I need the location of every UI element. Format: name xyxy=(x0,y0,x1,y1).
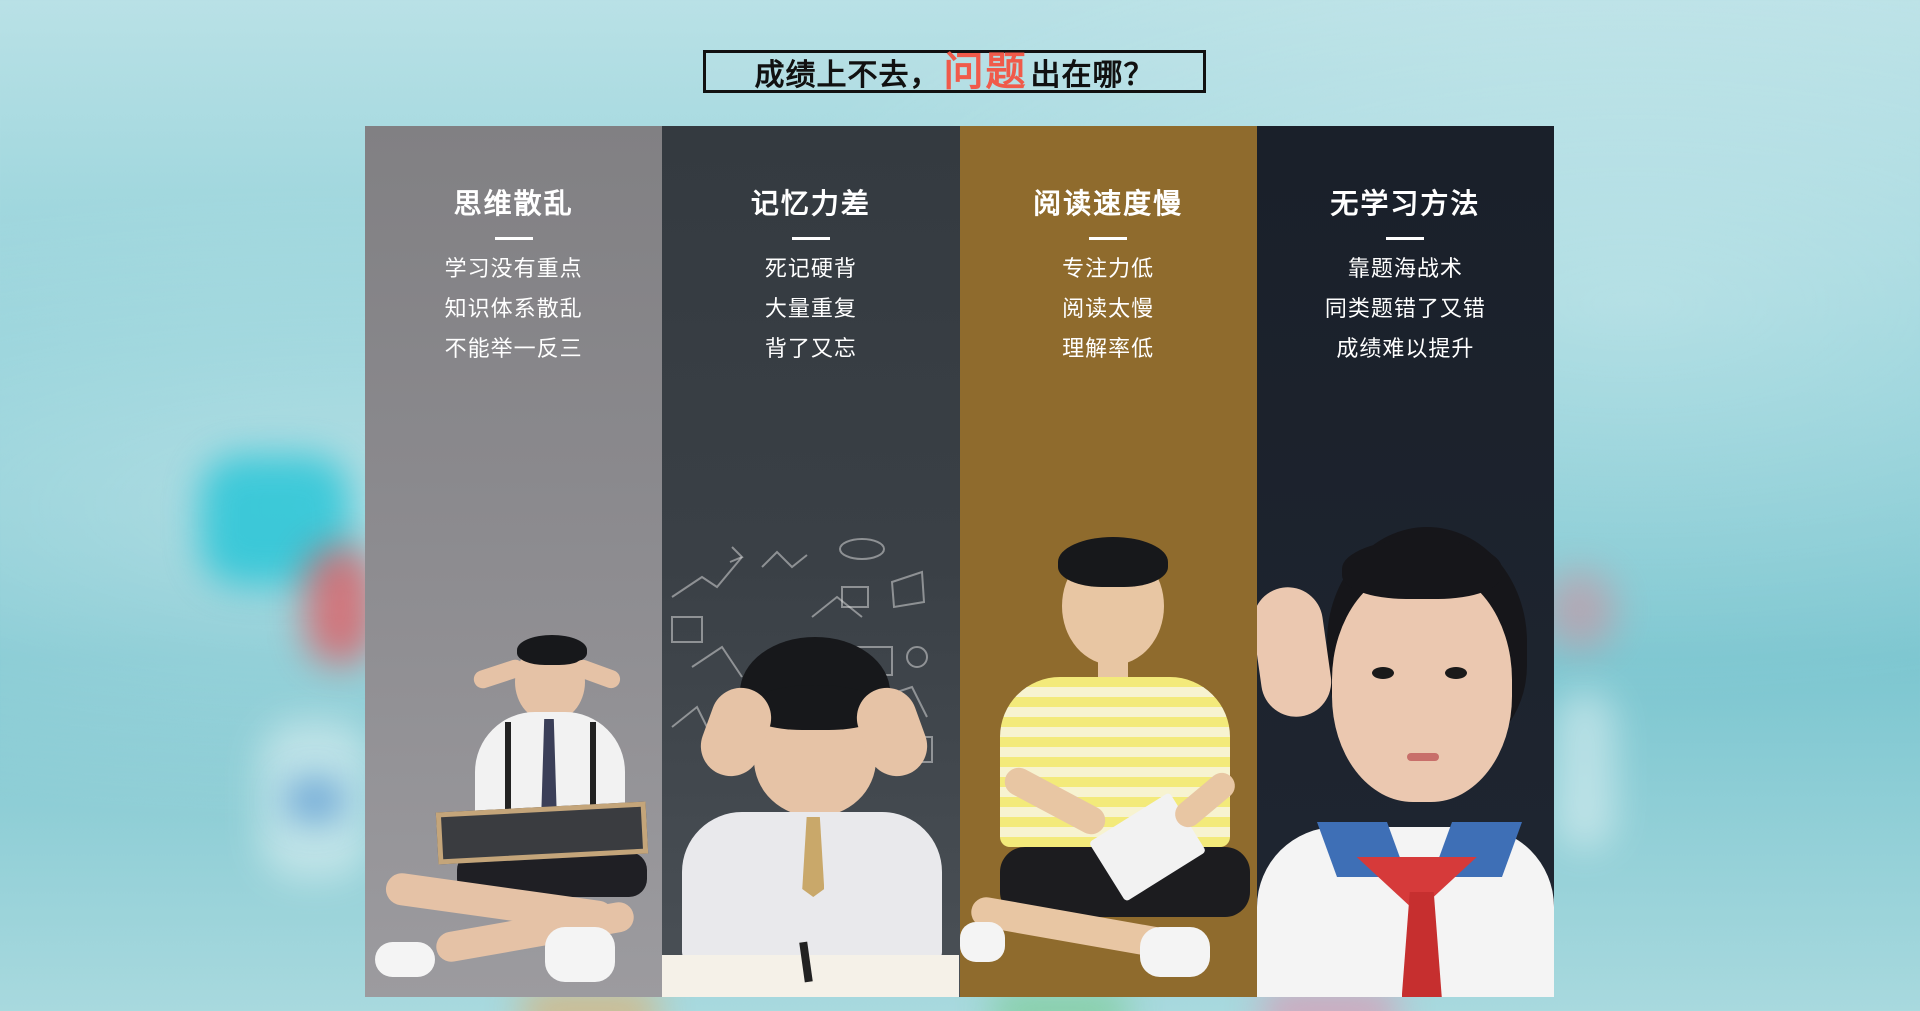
student-hand xyxy=(1256,582,1336,722)
student-head xyxy=(1331,567,1512,802)
panel-divider xyxy=(1089,237,1128,240)
panel-title: 思维散乱 xyxy=(453,187,574,220)
panel-line: 死记硬背 xyxy=(764,257,857,282)
panel-lines: 专注力低 阅读太慢 理解率低 xyxy=(960,250,1257,370)
panel-no-study-method: 无学习方法 靠题海战术 同类题错了又错 成绩难以提升 xyxy=(1256,126,1554,997)
student-photo xyxy=(1256,527,1554,997)
student-photo xyxy=(365,527,662,997)
student-hair xyxy=(1057,537,1168,587)
panel-title: 阅读速度慢 xyxy=(1033,187,1184,220)
student-shoe xyxy=(545,927,615,982)
heading-accent: 问题 xyxy=(943,48,1028,95)
panel-line: 阅读太慢 xyxy=(1062,297,1155,322)
panel-divider xyxy=(1386,237,1425,240)
student-eye xyxy=(1371,667,1394,679)
background-blob xyxy=(1545,570,1615,650)
panel-divider xyxy=(494,237,533,240)
panel-line: 理解率低 xyxy=(1062,337,1155,362)
student-eye xyxy=(1444,667,1467,679)
student-shoe xyxy=(375,942,435,977)
background-blob xyxy=(520,995,660,1011)
panel-line: 成绩难以提升 xyxy=(1336,337,1475,362)
slate-board xyxy=(435,801,649,865)
heading-suffix: 出在哪？ xyxy=(1030,57,1155,93)
background-blob xyxy=(1555,690,1615,850)
panel-poor-memory: 记忆力差 死记硬背 大量重复 背了又忘 xyxy=(662,126,960,997)
panel-slow-reading: 阅读速度慢 专注力低 阅读太慢 理解率低 xyxy=(959,126,1257,997)
panel-divider xyxy=(791,237,830,240)
panel-title: 记忆力差 xyxy=(750,187,871,220)
student-shoe xyxy=(959,922,1005,962)
panel-line: 学习没有重点 xyxy=(444,257,583,282)
background-blob xyxy=(1260,995,1400,1011)
problem-panels: 思维散乱 学习没有重点 知识体系散乱 不能举一反三 记忆力差 死记硬背 大量重复… xyxy=(365,126,1554,997)
panel-lines: 学习没有重点 知识体系散乱 不能举一反三 xyxy=(365,250,662,370)
student-shoe xyxy=(1139,927,1210,977)
student-photo xyxy=(662,527,960,997)
panel-line: 专注力低 xyxy=(1062,257,1155,282)
background-blob xyxy=(990,995,1130,1011)
section-heading: 成绩上不去， 问题 出在哪？ xyxy=(703,49,1206,95)
student-photo xyxy=(959,527,1257,997)
panel-line: 同类题错了又错 xyxy=(1324,297,1486,322)
panel-scattered-thinking: 思维散乱 学习没有重点 知识体系散乱 不能举一反三 xyxy=(365,126,663,997)
panel-title: 无学习方法 xyxy=(1330,187,1481,220)
panel-line: 靠题海战术 xyxy=(1347,257,1463,282)
panel-line: 大量重复 xyxy=(764,297,857,322)
panel-line: 知识体系散乱 xyxy=(444,297,583,322)
panel-line: 不能举一反三 xyxy=(444,337,583,362)
panel-lines: 死记硬背 大量重复 背了又忘 xyxy=(662,250,959,370)
background-blob xyxy=(285,780,345,820)
heading-prefix: 成绩上不去， xyxy=(754,57,941,93)
panel-line: 背了又忘 xyxy=(764,337,857,362)
panel-lines: 靠题海战术 同类题错了又错 成绩难以提升 xyxy=(1257,250,1554,370)
student-hair xyxy=(1341,539,1502,599)
student-mouth xyxy=(1406,753,1439,761)
